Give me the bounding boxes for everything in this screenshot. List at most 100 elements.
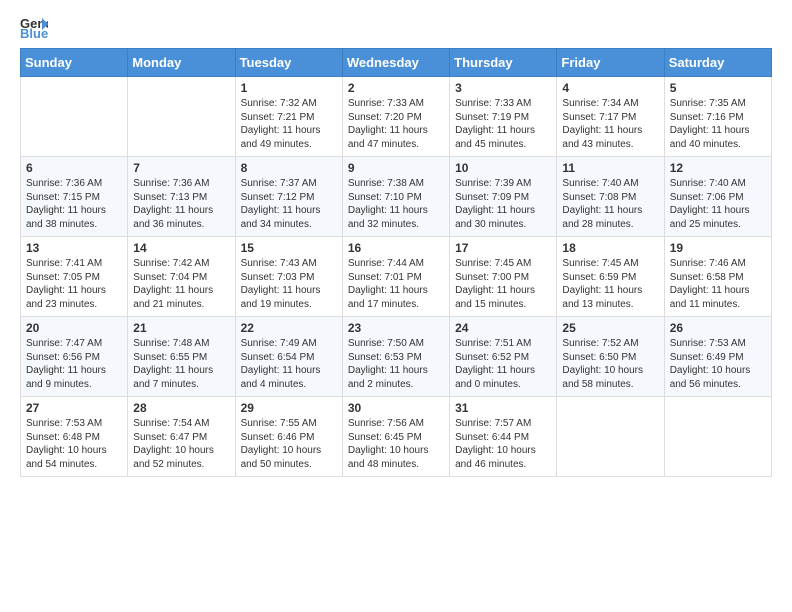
day-number: 7 xyxy=(133,161,229,175)
day-number: 25 xyxy=(562,321,658,335)
calendar-cell xyxy=(128,77,235,157)
cell-details: Sunrise: 7:32 AM Sunset: 7:21 PM Dayligh… xyxy=(241,97,337,151)
cell-details: Sunrise: 7:36 AM Sunset: 7:15 PM Dayligh… xyxy=(26,177,122,231)
day-number: 30 xyxy=(348,401,444,415)
calendar-cell: 16 Sunrise: 7:44 AM Sunset: 7:01 PM Dayli… xyxy=(342,237,449,317)
day-number: 23 xyxy=(348,321,444,335)
calendar-cell: 4 Sunrise: 7:34 AM Sunset: 7:17 PM Daylig… xyxy=(557,77,664,157)
calendar-week-1: 1 Sunrise: 7:32 AM Sunset: 7:21 PM Daylig… xyxy=(21,77,772,157)
calendar-cell: 19 Sunrise: 7:46 AM Sunset: 6:58 PM Dayli… xyxy=(664,237,771,317)
logo-icon: General Blue xyxy=(20,16,48,38)
day-number: 4 xyxy=(562,81,658,95)
day-number: 11 xyxy=(562,161,658,175)
day-number: 17 xyxy=(455,241,551,255)
calendar-cell: 9 Sunrise: 7:38 AM Sunset: 7:10 PM Daylig… xyxy=(342,157,449,237)
calendar-cell: 17 Sunrise: 7:45 AM Sunset: 7:00 PM Dayli… xyxy=(450,237,557,317)
calendar-cell: 6 Sunrise: 7:36 AM Sunset: 7:15 PM Daylig… xyxy=(21,157,128,237)
page: General Blue SundayMondayTuesdayWednesda… xyxy=(0,0,792,493)
calendar-cell: 11 Sunrise: 7:40 AM Sunset: 7:08 PM Dayli… xyxy=(557,157,664,237)
calendar-week-3: 13 Sunrise: 7:41 AM Sunset: 7:05 PM Dayli… xyxy=(21,237,772,317)
calendar-cell xyxy=(557,397,664,477)
calendar-cell: 15 Sunrise: 7:43 AM Sunset: 7:03 PM Dayli… xyxy=(235,237,342,317)
calendar-cell: 31 Sunrise: 7:57 AM Sunset: 6:44 PM Dayli… xyxy=(450,397,557,477)
day-number: 22 xyxy=(241,321,337,335)
calendar-cell: 25Sunrise: 7:52 AM Sunset: 6:50 PM Dayli… xyxy=(557,317,664,397)
day-header-thursday: Thursday xyxy=(450,49,557,77)
day-number: 15 xyxy=(241,241,337,255)
cell-details: Sunrise: 7:53 AM Sunset: 6:49 PM Dayligh… xyxy=(670,337,766,391)
cell-details: Sunrise: 7:40 AM Sunset: 7:06 PM Dayligh… xyxy=(670,177,766,231)
cell-details: Sunrise: 7:48 AM Sunset: 6:55 PM Dayligh… xyxy=(133,337,229,391)
calendar-cell: 5 Sunrise: 7:35 AM Sunset: 7:16 PM Daylig… xyxy=(664,77,771,157)
cell-details: Sunrise: 7:38 AM Sunset: 7:10 PM Dayligh… xyxy=(348,177,444,231)
day-header-friday: Friday xyxy=(557,49,664,77)
header: General Blue xyxy=(20,16,772,38)
logo: General Blue xyxy=(20,16,52,38)
day-number: 9 xyxy=(348,161,444,175)
cell-details: Sunrise: 7:49 AM Sunset: 6:54 PM Dayligh… xyxy=(241,337,337,391)
calendar-cell: 29 Sunrise: 7:55 AM Sunset: 6:46 PM Dayli… xyxy=(235,397,342,477)
cell-details: Sunrise: 7:37 AM Sunset: 7:12 PM Dayligh… xyxy=(241,177,337,231)
day-number: 29 xyxy=(241,401,337,415)
calendar-cell: 22 Sunrise: 7:49 AM Sunset: 6:54 PM Dayli… xyxy=(235,317,342,397)
cell-details: Sunrise: 7:51 AM Sunset: 6:52 PM Dayligh… xyxy=(455,337,551,391)
cell-details: Sunrise: 7:56 AM Sunset: 6:45 PM Dayligh… xyxy=(348,417,444,471)
day-number: 2 xyxy=(348,81,444,95)
calendar-week-2: 6 Sunrise: 7:36 AM Sunset: 7:15 PM Daylig… xyxy=(21,157,772,237)
day-number: 31 xyxy=(455,401,551,415)
day-header-saturday: Saturday xyxy=(664,49,771,77)
calendar: SundayMondayTuesdayWednesdayThursdayFrid… xyxy=(20,48,772,477)
calendar-week-4: 20 Sunrise: 7:47 AM Sunset: 6:56 PM Dayli… xyxy=(21,317,772,397)
cell-details: Sunrise: 7:57 AM Sunset: 6:44 PM Dayligh… xyxy=(455,417,551,471)
day-number: 6 xyxy=(26,161,122,175)
day-number: 21 xyxy=(133,321,229,335)
cell-details: Sunrise: 7:55 AM Sunset: 6:46 PM Dayligh… xyxy=(241,417,337,471)
day-number: 19 xyxy=(670,241,766,255)
day-number: 16 xyxy=(348,241,444,255)
calendar-cell: 12 Sunrise: 7:40 AM Sunset: 7:06 PM Dayli… xyxy=(664,157,771,237)
day-number: 14 xyxy=(133,241,229,255)
cell-details: Sunrise: 7:33 AM Sunset: 7:20 PM Dayligh… xyxy=(348,97,444,151)
cell-details: Sunrise: 7:50 AM Sunset: 6:53 PM Dayligh… xyxy=(348,337,444,391)
day-number: 13 xyxy=(26,241,122,255)
calendar-cell: 20 Sunrise: 7:47 AM Sunset: 6:56 PM Dayli… xyxy=(21,317,128,397)
day-number: 1 xyxy=(241,81,337,95)
calendar-cell: 26 Sunrise: 7:53 AM Sunset: 6:49 PM Dayli… xyxy=(664,317,771,397)
day-number: 10 xyxy=(455,161,551,175)
cell-details: Sunrise: 7:46 AM Sunset: 6:58 PM Dayligh… xyxy=(670,257,766,311)
calendar-cell: 7 Sunrise: 7:36 AM Sunset: 7:13 PM Daylig… xyxy=(128,157,235,237)
cell-details: Sunrise: 7:34 AM Sunset: 7:17 PM Dayligh… xyxy=(562,97,658,151)
cell-details: Sunrise: 7:54 AM Sunset: 6:47 PM Dayligh… xyxy=(133,417,229,471)
day-number: 5 xyxy=(670,81,766,95)
cell-details: Sunrise: 7:44 AM Sunset: 7:01 PM Dayligh… xyxy=(348,257,444,311)
day-number: 26 xyxy=(670,321,766,335)
calendar-cell: 8 Sunrise: 7:37 AM Sunset: 7:12 PM Daylig… xyxy=(235,157,342,237)
day-number: 8 xyxy=(241,161,337,175)
day-number: 3 xyxy=(455,81,551,95)
calendar-cell: 30 Sunrise: 7:56 AM Sunset: 6:45 PM Dayli… xyxy=(342,397,449,477)
calendar-cell: 14 Sunrise: 7:42 AM Sunset: 7:04 PM Dayli… xyxy=(128,237,235,317)
cell-details: Sunrise: 7:47 AM Sunset: 6:56 PM Dayligh… xyxy=(26,337,122,391)
cell-details: Sunrise: 7:53 AM Sunset: 6:48 PM Dayligh… xyxy=(26,417,122,471)
day-number: 28 xyxy=(133,401,229,415)
day-number: 20 xyxy=(26,321,122,335)
calendar-cell: 24Sunrise: 7:51 AM Sunset: 6:52 PM Dayli… xyxy=(450,317,557,397)
cell-details: Sunrise: 7:43 AM Sunset: 7:03 PM Dayligh… xyxy=(241,257,337,311)
day-header-tuesday: Tuesday xyxy=(235,49,342,77)
cell-details: Sunrise: 7:45 AM Sunset: 7:00 PM Dayligh… xyxy=(455,257,551,311)
cell-details: Sunrise: 7:36 AM Sunset: 7:13 PM Dayligh… xyxy=(133,177,229,231)
cell-details: Sunrise: 7:42 AM Sunset: 7:04 PM Dayligh… xyxy=(133,257,229,311)
calendar-cell: 27 Sunrise: 7:53 AM Sunset: 6:48 PM Dayli… xyxy=(21,397,128,477)
cell-details: Sunrise: 7:40 AM Sunset: 7:08 PM Dayligh… xyxy=(562,177,658,231)
day-number: 12 xyxy=(670,161,766,175)
calendar-week-5: 27 Sunrise: 7:53 AM Sunset: 6:48 PM Dayli… xyxy=(21,397,772,477)
cell-details: Sunrise: 7:35 AM Sunset: 7:16 PM Dayligh… xyxy=(670,97,766,151)
calendar-header-row: SundayMondayTuesdayWednesdayThursdayFrid… xyxy=(21,49,772,77)
cell-details: Sunrise: 7:33 AM Sunset: 7:19 PM Dayligh… xyxy=(455,97,551,151)
calendar-cell: 21 Sunrise: 7:48 AM Sunset: 6:55 PM Dayli… xyxy=(128,317,235,397)
cell-details: Sunrise: 7:41 AM Sunset: 7:05 PM Dayligh… xyxy=(26,257,122,311)
day-number: 27 xyxy=(26,401,122,415)
day-header-monday: Monday xyxy=(128,49,235,77)
calendar-cell: 1 Sunrise: 7:32 AM Sunset: 7:21 PM Daylig… xyxy=(235,77,342,157)
calendar-cell xyxy=(664,397,771,477)
